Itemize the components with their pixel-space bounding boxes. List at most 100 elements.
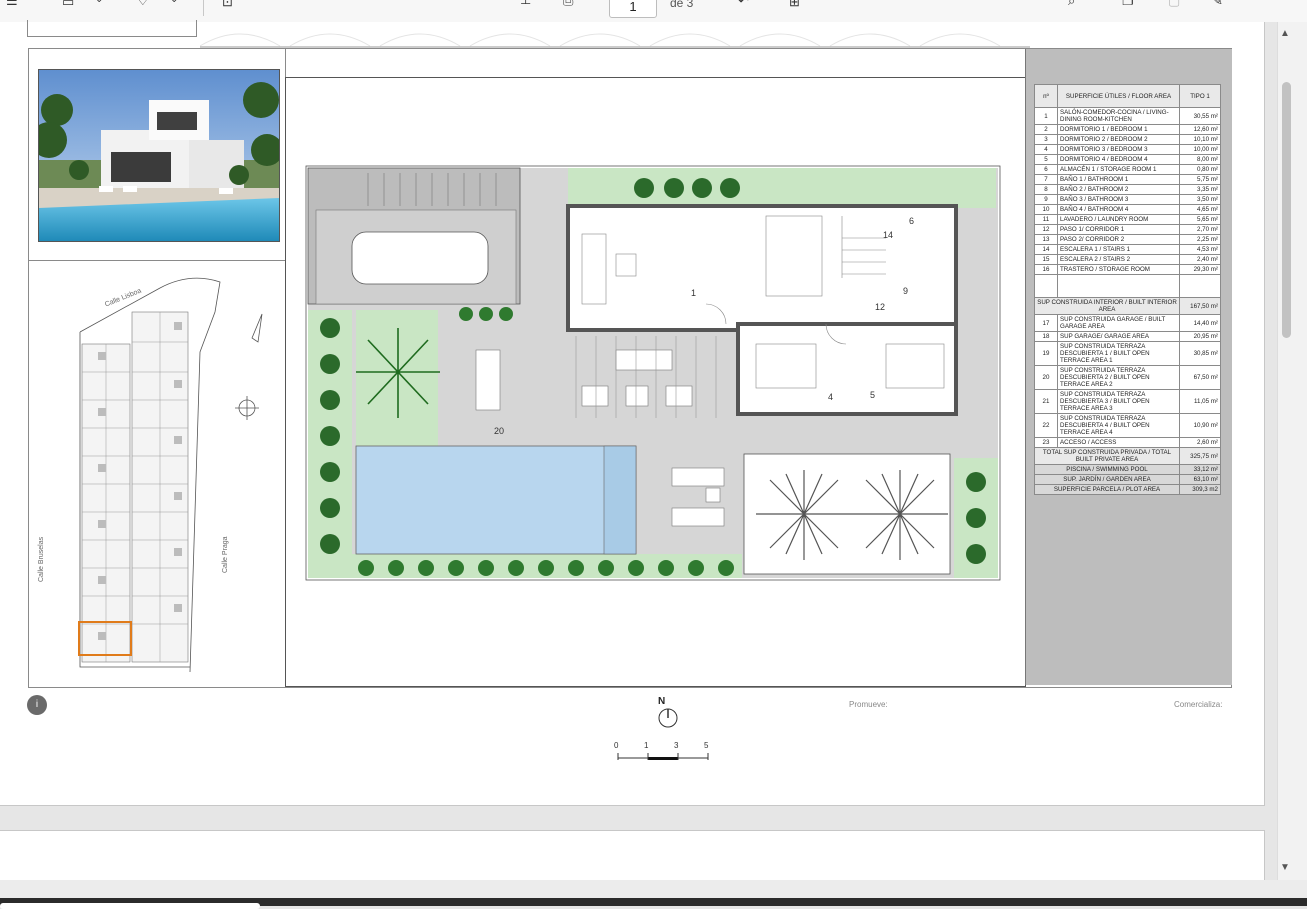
interior-total-label: SUP CONSTRUIDA INTERIOR / BUILT INTERIOR… [1034, 297, 1180, 315]
cursor-icon[interactable]: ⊥ [520, 0, 531, 11]
room-label-1: 1 [691, 288, 697, 298]
row-value: 10,10 m² [1179, 134, 1221, 145]
table-row: 10 BAÑO 4 / BATHROOM 4 4,65 m² [1034, 204, 1221, 215]
page-total-label: de 3 [670, 0, 694, 10]
chevron-down-icon[interactable]: ⌄ [95, 0, 103, 11]
vertical-scrollbar[interactable]: ▲ ▼ [1277, 22, 1307, 880]
col-header-number: nº [1034, 84, 1058, 108]
room-label-4: 4 [828, 392, 834, 402]
garden-value: 63,10 m² [1179, 474, 1221, 485]
table-row: 21 SUP CONSTRUIDA TERRAZA DESCUBIERTA 3 /… [1034, 389, 1221, 414]
left-divider [28, 260, 285, 261]
row-number: 10 [1034, 204, 1058, 215]
room-label-6: 6 [909, 216, 915, 226]
table-row: 5 DORMITORIO 4 / BEDROOM 4 8,00 m² [1034, 154, 1221, 165]
table-row: 14 ESCALERA 1 / STAIRS 1 4,53 m² [1034, 244, 1221, 255]
row-number: 22 [1034, 413, 1058, 438]
copy-icon[interactable]: ❐ [1122, 0, 1134, 12]
table-row: 13 PASO 2/ CORRIDOR 2 2,25 m² [1034, 234, 1221, 245]
page-view-icon[interactable]: ⊡ [222, 0, 233, 13]
header-box [27, 20, 197, 37]
print-icon[interactable]: ⎙ [563, 0, 573, 12]
scroll-down-icon[interactable]: ▼ [1280, 862, 1290, 873]
delete-icon[interactable]: ▢ [1168, 0, 1180, 12]
row-number: 8 [1034, 184, 1058, 195]
row-name: SALÓN-COMEDOR-COCINA / LIVING-DINING ROO… [1057, 107, 1180, 125]
table-row: 18 SUP GARAGE/ GARAGE AREA 20,95 m² [1034, 331, 1221, 342]
scroll-up-icon[interactable]: ▲ [1280, 28, 1290, 39]
pool-label: PISCINA / SWIMMING POOL [1034, 464, 1180, 475]
row-value: 3,35 m² [1179, 184, 1221, 195]
room-label-12: 12 [875, 302, 886, 312]
row-name: DORMITORIO 1 / BEDROOM 1 [1057, 124, 1180, 135]
table-row: 12 PASO 1/ CORRIDOR 1 2,70 m² [1034, 224, 1221, 235]
highlight-icon[interactable]: ▭ [62, 0, 74, 13]
plot-value: 309,3 m2 [1179, 484, 1221, 495]
document-viewer[interactable]: Calle Lisboa Calle Bruselas Calle Praga [0, 20, 1277, 891]
row-name: TRASTERO / STORAGE ROOM [1057, 264, 1180, 275]
street-label-right: Calle Praga [222, 536, 229, 573]
pool-row: PISCINA / SWIMMING POOL 33,12 m² [1034, 464, 1221, 475]
page-number-input[interactable]: 1 [609, 0, 657, 18]
total-private-value: 325,75 m² [1179, 447, 1221, 465]
villa-render-image [38, 69, 280, 242]
row-value: 67,50 m² [1179, 365, 1221, 390]
table-row: 22 SUP CONSTRUIDA TERRAZA DESCUBIERTA 4 /… [1034, 413, 1221, 438]
pool-value: 33,12 m² [1179, 464, 1221, 475]
row-value: 30,55 m² [1179, 107, 1221, 125]
row-value: 11,05 m² [1179, 389, 1221, 414]
edit-icon[interactable]: ✎ [1212, 0, 1223, 12]
table-row: 23 ACCESO / ACCESS 2,60 m² [1034, 437, 1221, 448]
floor-plan-drawing [305, 165, 1001, 581]
row-name: SUP GARAGE/ GARAGE AREA [1057, 331, 1180, 342]
taskbar-search-pill[interactable] [0, 903, 260, 909]
table-row: 3 DORMITORIO 2 / BEDROOM 2 10,10 m² [1034, 134, 1221, 145]
table-spacer-row [1034, 274, 1221, 298]
row-value: 20,95 m² [1179, 331, 1221, 342]
row-number: 17 [1034, 314, 1058, 332]
garden-row: SUP. JARDÍN / GARDEN AREA 63,10 m² [1034, 474, 1221, 485]
row-value: 2,25 m² [1179, 234, 1221, 245]
table-row: 11 LAVADERO / LAUNDRY ROOM 5,65 m² [1034, 214, 1221, 225]
table-row: 4 DORMITORIO 3 / BEDROOM 3 10,00 m² [1034, 144, 1221, 155]
rotate-icon[interactable]: ↶ [738, 0, 749, 12]
row-name: ALMACÉN 1 / STORAGE ROOM 1 [1057, 164, 1180, 175]
row-name: ESCALERA 1 / STAIRS 1 [1057, 244, 1180, 255]
room-label-20: 20 [494, 426, 505, 436]
search-icon[interactable]: ⌕ [1068, 0, 1075, 12]
scroll-thumb[interactable] [1282, 82, 1291, 338]
row-number: 15 [1034, 254, 1058, 265]
row-name: SUP CONSTRUIDA TERRAZA DESCUBIERTA 4 / B… [1057, 413, 1180, 438]
seller-label: Comercializa: [1174, 700, 1223, 709]
row-name: PASO 1/ CORRIDOR 1 [1057, 224, 1180, 235]
row-value: 2,60 m² [1179, 437, 1221, 448]
interior-total-value: 167,50 m² [1179, 297, 1221, 315]
table-row: 7 BAÑO 1 / BATHROOM 1 5,75 m² [1034, 174, 1221, 185]
floor-area-rows: 1 SALÓN-COMEDOR-COCINA / LIVING-DINING RO… [1034, 107, 1221, 275]
row-value: 8,00 m² [1179, 154, 1221, 165]
pen-icon[interactable]: ♢ [137, 0, 149, 12]
row-name: SUP CONSTRUIDA TERRAZA DESCUBIERTA 3 / B… [1057, 389, 1180, 414]
col-header-name: SUPERFICIE ÚTILES / FLOOR AREA [1057, 84, 1180, 108]
total-private-label: TOTAL SUP CONSTRUIDA PRIVADA / TOTAL BUI… [1034, 447, 1180, 465]
plot-row: SUPERFICIE PARCELA / PLOT AREA 309,3 m2 [1034, 484, 1221, 495]
row-value: 3,50 m² [1179, 194, 1221, 205]
row-number: 6 [1034, 164, 1058, 175]
table-row: 6 ALMACÉN 1 / STORAGE ROOM 1 0,80 m² [1034, 164, 1221, 175]
table-row: 20 SUP CONSTRUIDA TERRAZA DESCUBIERTA 2 /… [1034, 365, 1221, 390]
chevron-down-icon[interactable]: ⌄ [170, 0, 178, 11]
menu-icon[interactable]: ☰ [6, 0, 18, 12]
info-icon[interactable]: i [27, 695, 47, 715]
floor-plan-panel: 1 4 5 6 9 12 14 20 [285, 77, 1026, 687]
row-value: 10,00 m² [1179, 144, 1221, 155]
row-number: 18 [1034, 331, 1058, 342]
fit-page-icon[interactable]: ⊞ [789, 0, 800, 13]
row-name: DORMITORIO 2 / BEDROOM 2 [1057, 134, 1180, 145]
header-decoration [200, 33, 1030, 48]
scale-bar [617, 753, 709, 760]
row-number: 7 [1034, 174, 1058, 185]
scale-label-5: 5 [704, 741, 709, 750]
table-row: 2 DORMITORIO 1 / BEDROOM 1 12,60 m² [1034, 124, 1221, 135]
row-name: SUP CONSTRUIDA TERRAZA DESCUBIERTA 1 / B… [1057, 341, 1180, 366]
room-label-14: 14 [883, 230, 894, 240]
